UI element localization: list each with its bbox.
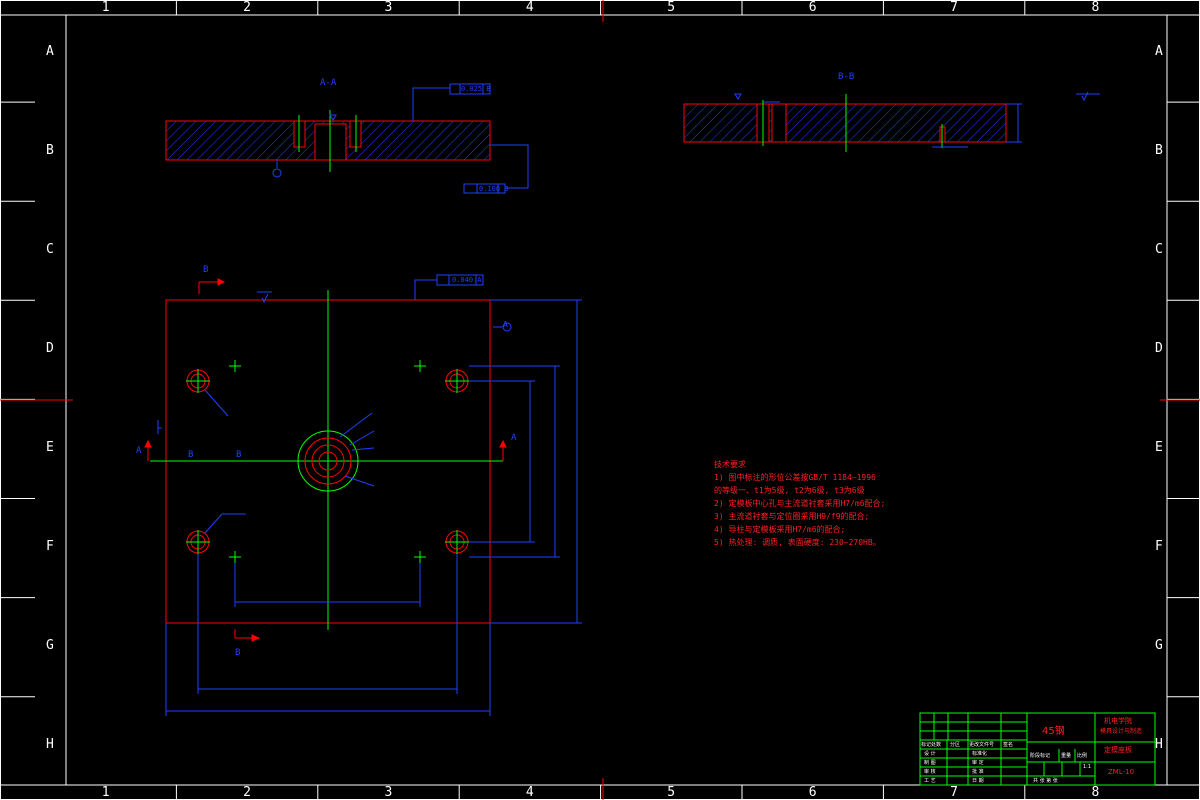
row-label-left: C (46, 241, 54, 257)
column-label-top: 5 (667, 0, 676, 15)
column-label-bottom: 8 (1091, 785, 1100, 800)
right-label-1: 重量 (1061, 753, 1072, 759)
column-label-top: 7 (950, 0, 958, 15)
row-label-right: F (1155, 539, 1163, 555)
column-label-bottom: 3 (384, 785, 393, 800)
datum-b-right: B (236, 450, 242, 460)
note-line-2: 的等级一、t1为5级, t2为6级, t3为6级 (714, 486, 865, 495)
row-label-4: 工 艺 (924, 778, 936, 784)
datum-b-left: B (188, 450, 194, 460)
perpendicularity-tolerance: 0.100 B (479, 185, 509, 193)
row-label-left: A (46, 43, 54, 59)
border-frame (0, 0, 1200, 800)
note-line-3: 2) 定模板中心孔与主流道衬套采用H7/m6配合; (714, 499, 886, 508)
column-label-top: 2 (243, 0, 251, 15)
row-label-left: F (46, 539, 54, 555)
note-line-5: 4) 导柱与定模板采用H7/m6的配合; (714, 525, 846, 534)
column-label-bottom: 4 (525, 785, 534, 800)
col-label-0: 分区 (950, 742, 961, 748)
cut-a-right-label: A (511, 433, 517, 443)
right-label-2: 比例 (1077, 753, 1088, 759)
material-label: 45钢 (1042, 726, 1065, 737)
plan-tolerance-callout (157, 274, 512, 434)
row-label-right: C (1155, 241, 1163, 257)
column-label-bottom: 6 (808, 785, 817, 800)
note-line-4: 3) 主流道衬套与定位圈采用H9/f9的配合; (714, 512, 870, 521)
mid-label-0: 标准化 (972, 751, 988, 757)
column-label-bottom: 2 (243, 785, 251, 800)
row-label-left: D (46, 340, 54, 356)
col-label-1: 更改文件号 (969, 742, 995, 748)
flatness-tolerance: 0.025 B (461, 85, 491, 93)
row-label-right: A (1155, 43, 1163, 59)
section-bb-label: B-B (838, 72, 855, 82)
scale-value: 1:1 (1083, 764, 1092, 770)
row-label-left: E (46, 439, 54, 455)
guide-hole-tr (445, 369, 469, 393)
column-label-top: 3 (384, 0, 393, 15)
plan-view (144, 274, 582, 716)
row-label-2: 制 图 (924, 760, 936, 766)
guide-hole-tl (186, 369, 210, 393)
roughness-symbol (1076, 91, 1100, 102)
note-line-1: 1) 图中标注的形位公差按GB/T 1184—1996 (714, 473, 876, 482)
col-label-2: 签名 (1003, 742, 1014, 748)
cut-plane-markers (144, 278, 507, 642)
row-label-left: G (46, 638, 54, 654)
column-label-bottom: 1 (101, 785, 110, 800)
row-label-1: 设 计 (924, 751, 936, 757)
row-label-3: 审 核 (924, 769, 936, 775)
note-line-6: 5) 热处理: 调质, 表面硬度: 230~270HB。 (714, 538, 881, 547)
drawing-sheet (0, 0, 1200, 800)
drawing-number: ZML-10 (1108, 768, 1135, 776)
section-aa-view (165, 83, 529, 194)
row-label-right: H (1155, 737, 1163, 753)
mid-label-2: 批 准 (972, 769, 984, 775)
school-name: 机电学院 (1104, 717, 1132, 725)
row-label-right: D (1155, 340, 1163, 356)
column-label-bottom: 5 (667, 785, 676, 800)
cut-b-top-label: B (203, 265, 209, 275)
column-label-top: 4 (525, 0, 534, 15)
guide-hole-br (445, 530, 469, 554)
section-aa-label: A-A (320, 78, 337, 88)
technical-requirements: 技术要求 1) 图中标注的形位公差按GB/T 1184—1996 的等级一、t1… (714, 458, 885, 549)
plan-dimensions (165, 299, 582, 716)
section-bb-body (683, 103, 1007, 143)
mid-label-3: 日 期 (972, 778, 984, 784)
row-dividers (0, 101, 1200, 698)
guide-hole-bl (186, 530, 210, 554)
right-label-0: 阶段标记 (1030, 753, 1051, 759)
notes-title: 技术要求 (714, 460, 746, 469)
row-label-left: H (46, 737, 54, 753)
sheet-count: 共 张 第 张 (1033, 778, 1058, 784)
cut-a-left-label: A (136, 446, 142, 456)
row-label-right: G (1155, 638, 1163, 654)
centering-marks (0, 0, 1200, 800)
column-label-top: 6 (808, 0, 817, 15)
school-subtitle: 模具设计与制造 (1100, 728, 1143, 735)
datum-a-marker: A (503, 320, 508, 329)
plan-tolerance: 0.040 A (452, 276, 482, 284)
part-name: 定模座板 (1104, 746, 1132, 754)
column-dividers (0, 0, 1200, 800)
mid-label-1: 审 定 (972, 760, 984, 766)
column-label-top: 8 (1091, 0, 1100, 15)
column-label-bottom: 7 (950, 785, 958, 800)
row-label-left: B (46, 142, 54, 158)
row-label-right: B (1155, 142, 1163, 158)
cut-b-bottom-label: B (235, 648, 241, 658)
row-label-right: E (1155, 439, 1163, 455)
column-label-top: 1 (101, 0, 110, 15)
section-bb-view (683, 93, 1022, 152)
row-label-0: 标记处数 (921, 742, 942, 748)
